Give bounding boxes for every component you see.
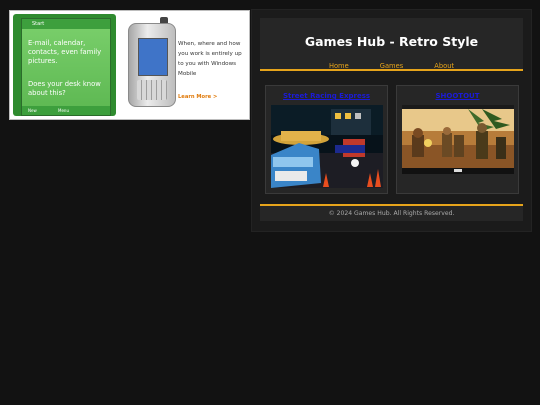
main-nav: Home Games About bbox=[260, 53, 523, 72]
ad-screen-content: Start E-mail, calendar, contacts, even f… bbox=[21, 18, 111, 116]
desert-shootout-scene-icon bbox=[402, 105, 514, 174]
game-card[interactable]: SHOOTOUT bbox=[396, 85, 519, 194]
site-panel: Games Hub - Retro Style Home Games About… bbox=[251, 9, 532, 232]
nav-games[interactable]: Games bbox=[380, 62, 403, 70]
banner-ad[interactable]: Start E-mail, calendar, contacts, even f… bbox=[9, 10, 250, 120]
street-racing-thumbnail[interactable] bbox=[271, 105, 383, 188]
ad-tagline: When, where and how you work is entirely… bbox=[178, 41, 242, 77]
street-racing-night-scene-icon bbox=[271, 105, 383, 188]
phone-screen bbox=[138, 38, 168, 76]
ad-softkeys: New Menu bbox=[22, 106, 110, 115]
site-footer: © 2024 Games Hub. All Rights Reserved. bbox=[260, 204, 523, 221]
shootout-thumbnail[interactable] bbox=[402, 105, 514, 174]
smartphone-image bbox=[128, 23, 176, 107]
ad-screen-header: Start bbox=[22, 19, 110, 29]
ad-device-screen: Start E-mail, calendar, contacts, even f… bbox=[13, 14, 116, 116]
nav-home[interactable]: Home bbox=[329, 62, 349, 70]
phone-keyboard bbox=[137, 80, 167, 100]
ad-screen-text-2: Does your desk know about this? bbox=[28, 80, 101, 97]
game-card[interactable]: Street Racing Express bbox=[265, 85, 388, 194]
ad-learn-more-link[interactable]: Learn More > bbox=[178, 94, 217, 100]
ad-softkey-left: New bbox=[28, 108, 37, 113]
nav-about[interactable]: About bbox=[434, 62, 454, 70]
page-title: Games Hub - Retro Style bbox=[304, 34, 479, 49]
ad-screen-text-1: E-mail, calendar, contacts, even family … bbox=[28, 39, 102, 65]
ad-softkey-right: Menu bbox=[58, 108, 69, 113]
site-header: Games Hub - Retro Style Home Games About bbox=[260, 18, 523, 71]
game-title-link[interactable]: Street Racing Express bbox=[266, 92, 387, 100]
game-title-link[interactable]: SHOOTOUT bbox=[397, 92, 518, 100]
